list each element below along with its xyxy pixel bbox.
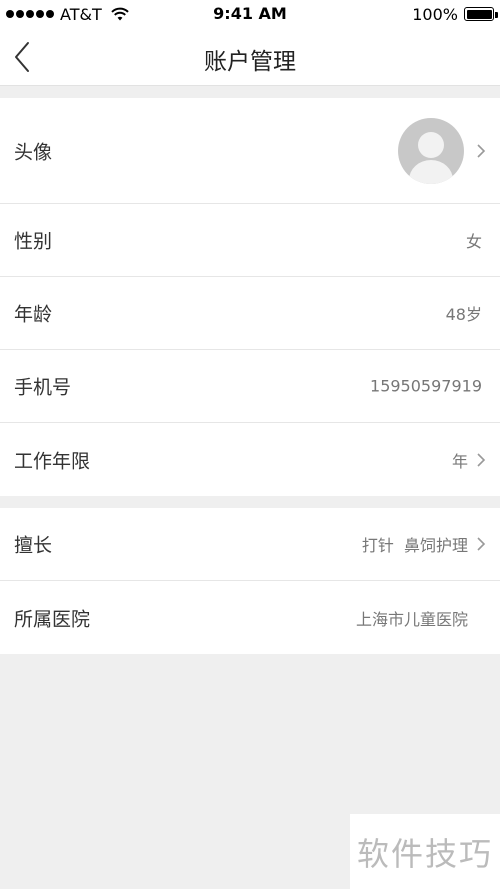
status-right: 100% xyxy=(412,4,498,24)
hospital-value: 上海市儿童医院 xyxy=(355,609,468,629)
nav-bar: 账户管理 xyxy=(0,28,500,86)
watermark: 软件技巧 xyxy=(350,814,500,889)
default-avatar-icon[interactable] xyxy=(398,117,464,184)
gender-value: 女 xyxy=(465,232,482,251)
row-label: 擅长 xyxy=(14,534,53,557)
row-value: 上海市儿童医院 xyxy=(356,606,486,630)
row-gender[interactable]: 性别 女 xyxy=(0,204,500,277)
row-work-years[interactable]: 工作年限 年 xyxy=(0,423,500,496)
row-phone[interactable]: 手机号 15950597919 xyxy=(0,350,500,423)
row-hospital[interactable]: 所属医院 上海市儿童医院 xyxy=(0,581,500,654)
page-title: 账户管理 xyxy=(204,49,296,75)
row-label: 所属医院 xyxy=(14,608,91,630)
chevron-right-icon xyxy=(477,452,486,467)
row-value: 年 xyxy=(452,448,486,472)
row-label: 手机号 xyxy=(14,376,72,399)
battery-percent: 100% xyxy=(412,4,458,24)
specialty-value: 打针 鼻饲护理 xyxy=(361,536,468,555)
row-label: 头像 xyxy=(14,141,53,163)
profile-section: 头像 性别 女 年龄 48岁 手机号 15950597919 工作年限 年 xyxy=(0,98,500,496)
professional-section: 擅长 打针 鼻饲护理 所属医院 上海市儿童医院 xyxy=(0,508,500,654)
row-value: 15950597919 xyxy=(370,377,486,396)
row-age[interactable]: 年龄 48岁 xyxy=(0,277,500,350)
chevron-right-icon xyxy=(477,143,486,158)
row-label: 性别 xyxy=(14,230,53,253)
row-avatar[interactable]: 头像 xyxy=(0,98,500,204)
row-label: 工作年限 xyxy=(14,450,91,472)
row-specialty[interactable]: 擅长 打针 鼻饲护理 xyxy=(0,508,500,581)
row-value xyxy=(398,117,486,184)
age-value: 48岁 xyxy=(445,305,482,324)
row-value: 48岁 xyxy=(446,301,486,325)
battery-icon xyxy=(464,7,498,21)
row-value: 女 xyxy=(466,228,486,252)
phone-value: 15950597919 xyxy=(370,376,482,396)
row-value: 打针 鼻饲护理 xyxy=(362,532,486,556)
row-label: 年龄 xyxy=(14,303,53,326)
work-years-value: 年 xyxy=(451,451,468,471)
status-bar: AT&T 9:41 AM 100% xyxy=(0,0,500,28)
chevron-right-icon xyxy=(477,537,486,551)
